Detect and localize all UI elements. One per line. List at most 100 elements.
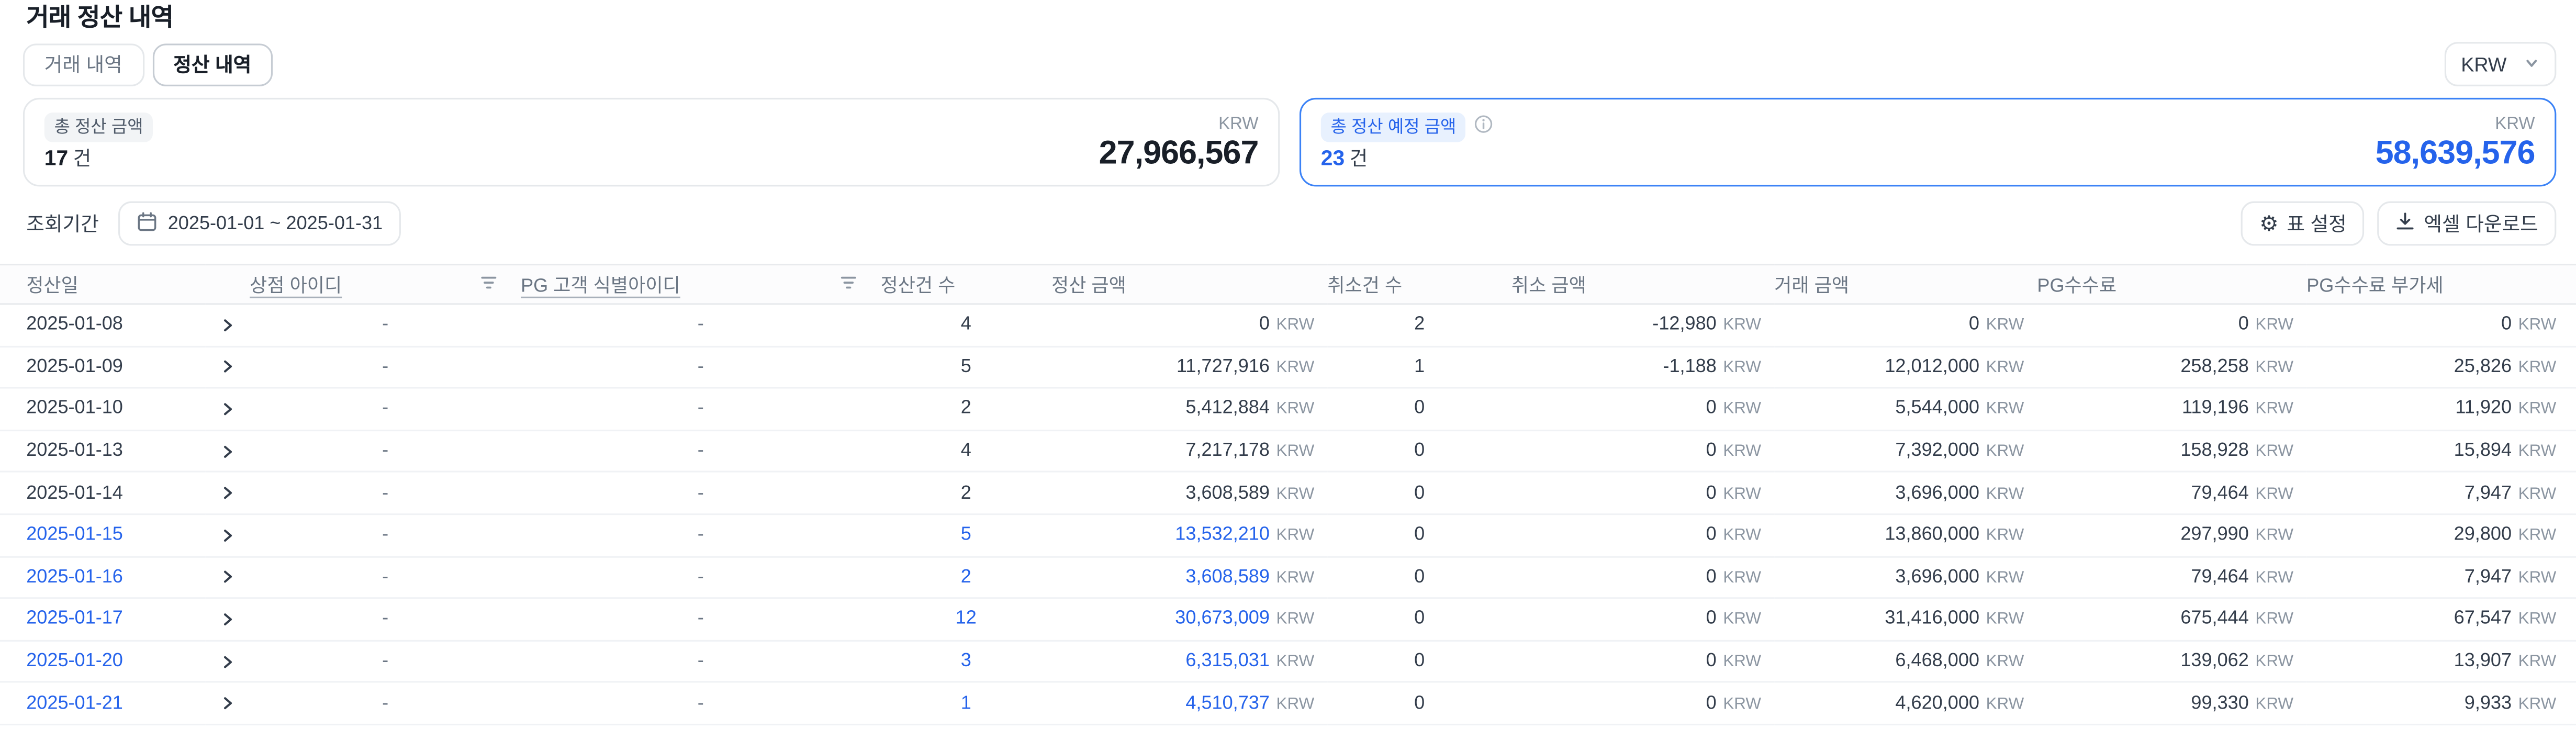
chevron-right-icon[interactable] (218, 610, 237, 630)
currency-select[interactable]: KRW (2445, 42, 2556, 86)
pg-customer-id-header-label[interactable]: PG 고객 식별아이디 (521, 271, 680, 297)
excel-download-button[interactable]: 엑셀 다운로드 (2378, 201, 2557, 246)
table-row[interactable]: 2025-01-14 - - 2 3,608,589KRW 0 0KRW 3,6… (0, 472, 2576, 514)
cancel-count-cell: 0 (1327, 598, 1511, 640)
chevron-right-icon[interactable] (218, 441, 237, 461)
store-id-cell: - (250, 304, 521, 346)
settlement-amount-link[interactable]: 30,673,009 (1175, 610, 1270, 630)
settlement-count-link[interactable]: 12 (956, 610, 977, 630)
expand-cell (205, 304, 250, 346)
table-settings-button[interactable]: ⚙ 표 설정 (2242, 201, 2365, 246)
filter-icon[interactable] (839, 273, 858, 296)
table-row[interactable]: 2025-01-13 - - 4 7,217,178KRW 0 0KRW 7,3… (0, 430, 2576, 472)
settlement-count-link[interactable]: 1 (961, 693, 971, 713)
settlement-amount-cell: 30,673,009KRW (1051, 598, 1327, 640)
currency-unit: KRW (2518, 443, 2557, 461)
settlement-count-link[interactable]: 5 (961, 525, 971, 545)
pg-fee-cell: 675,444KRW (2037, 598, 2306, 640)
settlement-count-link[interactable]: 4 (961, 315, 971, 335)
chevron-right-icon[interactable] (218, 652, 237, 671)
settlement-amount-link[interactable]: 13,532,210 (1175, 525, 1270, 545)
settlement-amount-link[interactable]: 3,608,589 (1185, 567, 1270, 587)
chevron-right-icon[interactable] (218, 357, 237, 377)
settlement-count-link[interactable]: 3 (961, 652, 971, 671)
chevron-down-icon (2524, 53, 2540, 76)
currency-unit: KRW (2255, 569, 2293, 587)
currency-unit: KRW (1723, 485, 1761, 503)
settlement-count-link[interactable]: 4 (961, 441, 971, 461)
table-row[interactable]: 2025-01-16 - - 2 3,608,589KRW 0 0KRW 3,6… (0, 556, 2576, 598)
settlement-amount-link[interactable]: 0 (1259, 315, 1270, 335)
chevron-right-icon[interactable] (218, 315, 237, 335)
cancel-amount-cell: -1,188KRW (1511, 346, 1774, 388)
pg-fee-vat-cell: 25,826KRW (2306, 346, 2576, 388)
table-row[interactable]: 2025-01-09 - - 5 11,727,916KRW 1 -1,188K… (0, 346, 2576, 388)
tab-transaction-history[interactable]: 거래 내역 (23, 43, 144, 86)
date-range-input[interactable]: 2025-01-01 ~ 2025-01-31 (119, 201, 401, 246)
settlement-date-link[interactable]: 2025-01-08 (26, 315, 123, 335)
settlement-date-link[interactable]: 2025-01-14 (26, 484, 123, 503)
settlement-date-link[interactable]: 2025-01-15 (26, 525, 123, 545)
pg-fee-cell: 99,330KRW (2037, 682, 2306, 724)
chevron-right-icon[interactable] (218, 484, 237, 503)
settlement-count-link[interactable]: 5 (961, 357, 971, 377)
settlement-date-link[interactable]: 2025-01-13 (26, 441, 123, 461)
gear-icon: ⚙ (2259, 213, 2279, 234)
total-settled-count-unit: 건 (73, 147, 92, 170)
pg-customer-id-cell: - (521, 598, 880, 640)
pg-customer-id-cell: - (521, 641, 880, 682)
settlement-count-link[interactable]: 2 (961, 484, 971, 503)
settlement-amount-link[interactable]: 7,217,178 (1185, 441, 1270, 461)
store-id-header-label[interactable]: 상점 아이디 (250, 271, 342, 297)
expand-cell (205, 598, 250, 640)
pg-fee-cell: 158,928KRW (2037, 430, 2306, 472)
info-icon[interactable] (1474, 113, 1494, 142)
settlement-amount-link[interactable]: 11,727,916 (1177, 357, 1270, 377)
cancel-count-cell: 0 (1327, 682, 1511, 724)
settlement-date-cell: 2025-01-09 (0, 346, 205, 388)
table-row[interactable]: 2025-01-21 - - 1 4,510,737KRW 0 0KRW 4,6… (0, 682, 2576, 724)
settlement-date-link[interactable]: 2025-01-20 (26, 652, 123, 671)
transaction-amount-cell: 13,860,000KRW (1774, 514, 2037, 556)
table-row[interactable]: 2025-01-17 - - 12 30,673,009KRW 0 0KRW 3… (0, 598, 2576, 640)
filter-icon[interactable] (480, 273, 498, 296)
settlement-amount-link[interactable]: 3,608,589 (1185, 484, 1270, 503)
transaction-amount-cell: 7,392,000KRW (1774, 430, 2037, 472)
chevron-right-icon[interactable] (218, 567, 237, 587)
pg-customer-id-cell: - (521, 388, 880, 430)
settlement-date-link[interactable]: 2025-01-16 (26, 567, 123, 587)
transaction-amount-cell: 0KRW (1774, 304, 2037, 346)
currency-unit: KRW (1723, 401, 1761, 419)
settlement-amount-cell: 13,532,210 KRW (1051, 514, 1327, 556)
table-row[interactable]: 2025-01-15 - - 5 13,532,210KRW 0 0KRW 13… (0, 514, 2576, 556)
top-bar: 거래 내역 정산 내역 KRW (23, 42, 2556, 86)
pg-fee-cell: 297,990KRW (2037, 514, 2306, 556)
settlement-date-link[interactable]: 2025-01-09 (26, 357, 123, 377)
chevron-right-icon[interactable] (218, 693, 237, 713)
settlement-amount-link[interactable]: 4,510,737 (1185, 693, 1270, 713)
table-row[interactable]: 2025-01-10 - - 2 5,412,884KRW 0 0KRW 5,5… (0, 388, 2576, 430)
tab-settlement-history[interactable]: 정산 내역 (152, 43, 273, 86)
currency-unit: KRW (2518, 317, 2557, 335)
settlement-date-cell: 2025-01-21 (0, 682, 205, 724)
settlement-amount-link[interactable]: 5,412,884 (1185, 399, 1270, 419)
total-expected-badge: 총 정산 예정 금액 (1321, 113, 1466, 142)
settlement-date-link[interactable]: 2025-01-17 (26, 610, 123, 630)
settlement-date-link[interactable]: 2025-01-10 (26, 399, 123, 419)
table-row[interactable]: 2025-01-20 - - 3 6,315,031KRW 0 0KRW 6,4… (0, 641, 2576, 682)
chevron-right-icon[interactable] (218, 399, 237, 419)
settlement-amount-link[interactable]: 6,315,031 (1185, 652, 1270, 671)
table-row[interactable]: 2025-01-08 - - 4 0KRW 2 -12,980KRW 0KRW … (0, 304, 2576, 346)
settlement-count-link[interactable]: 2 (961, 567, 971, 587)
settlement-date-link[interactable]: 2025-01-21 (26, 693, 123, 713)
currency-unit: KRW (1276, 527, 1315, 545)
settlement-count-link[interactable]: 2 (961, 399, 971, 419)
currency-unit: KRW (2518, 695, 2557, 713)
currency-unit: KRW (1986, 569, 2024, 587)
store-id-cell: - (250, 682, 521, 724)
chevron-right-icon[interactable] (218, 525, 237, 545)
currency-unit: KRW (1276, 485, 1315, 503)
settlement-date-cell: 2025-01-15 (0, 514, 205, 556)
calendar-icon (137, 210, 158, 237)
pg-fee-cell: 0KRW (2037, 304, 2306, 346)
